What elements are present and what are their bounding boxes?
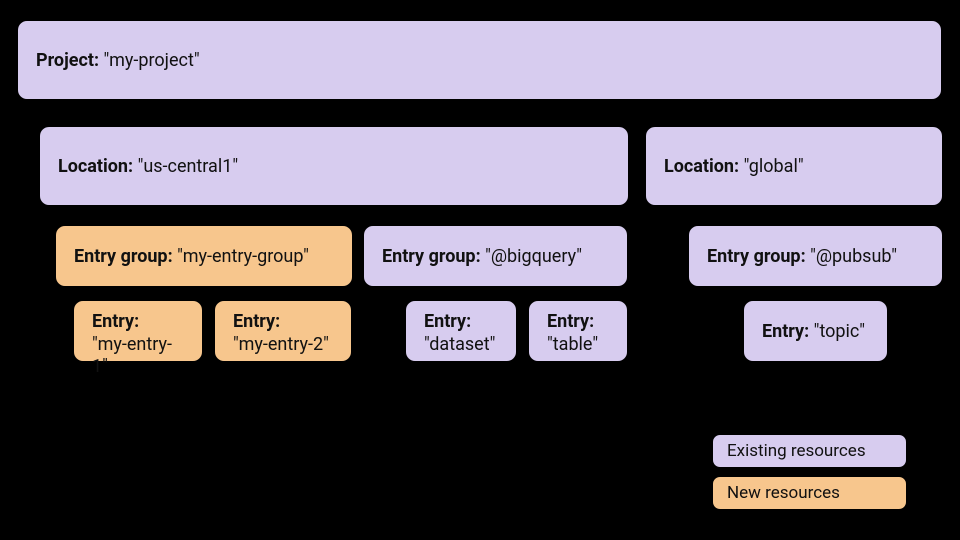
- entry-my-entry-2: Entry: "my-entry-2": [214, 300, 352, 362]
- entry-value-1: "my-entry-2": [233, 334, 333, 357]
- entry-group-value-1: "@bigquery": [485, 246, 582, 267]
- legend-new-label: New resources: [727, 483, 840, 503]
- entry-topic: Entry: "topic": [743, 300, 888, 362]
- entry-group-value-0: "my-entry-group": [177, 246, 309, 267]
- entry-key-2: Entry: [424, 311, 466, 332]
- entry-group-value-2: "@pubsub": [810, 246, 897, 267]
- location-key-0: Location: [58, 156, 128, 177]
- entry-content-4: Entry: "topic": [762, 321, 865, 342]
- legend-existing: Existing resources: [712, 434, 907, 468]
- entry-value-0: "my-entry-1": [92, 334, 184, 379]
- location-value-1: "global": [744, 156, 804, 177]
- entry-key-4: Entry: [762, 321, 804, 342]
- project-label: Project: "my-project": [36, 50, 200, 71]
- location-value-0: "us-central1": [138, 156, 239, 177]
- entry-key-0: Entry: [92, 311, 134, 332]
- entry-my-entry-1: Entry: "my-entry-1": [73, 300, 203, 362]
- location-box-global: Location: "global": [645, 126, 943, 206]
- entry-value-3: "table": [547, 334, 609, 357]
- entry-content-0: Entry: "my-entry-1": [92, 311, 184, 379]
- entry-group-bigquery: Entry group: "@bigquery": [363, 225, 628, 287]
- project-box: Project: "my-project": [17, 20, 942, 100]
- entry-group-key-2: Entry group: [707, 246, 801, 267]
- entry-table: Entry: "table": [528, 300, 628, 362]
- project-value: "my-project": [104, 50, 200, 71]
- legend-new: New resources: [712, 476, 907, 510]
- entry-content-3: Entry: "table": [547, 311, 609, 356]
- location-label-1: Location: "global": [664, 156, 804, 177]
- entry-content-2: Entry: "dataset": [424, 311, 498, 356]
- entry-group-my-entry-group: Entry group: "my-entry-group": [55, 225, 353, 287]
- entry-value-4: "topic": [814, 321, 865, 342]
- entry-key-1: Entry: [233, 311, 275, 332]
- entry-content-1: Entry: "my-entry-2": [233, 311, 333, 356]
- legend-existing-label: Existing resources: [727, 441, 866, 461]
- location-label: Location: "us-central1": [58, 156, 238, 177]
- entry-value-2: "dataset": [424, 334, 498, 357]
- entry-dataset: Entry: "dataset": [405, 300, 517, 362]
- location-box-us-central1: Location: "us-central1": [39, 126, 629, 206]
- entry-group-key-1: Entry group: [382, 246, 476, 267]
- entry-group-key-0: Entry group: [74, 246, 168, 267]
- entry-group-label-0: Entry group: "my-entry-group": [74, 246, 309, 267]
- entry-key-3: Entry: [547, 311, 589, 332]
- entry-group-label-2: Entry group: "@pubsub": [707, 246, 897, 267]
- entry-group-pubsub: Entry group: "@pubsub": [688, 225, 943, 287]
- entry-group-label-1: Entry group: "@bigquery": [382, 246, 582, 267]
- location-key-1: Location: [664, 156, 734, 177]
- project-key: Project: [36, 50, 94, 71]
